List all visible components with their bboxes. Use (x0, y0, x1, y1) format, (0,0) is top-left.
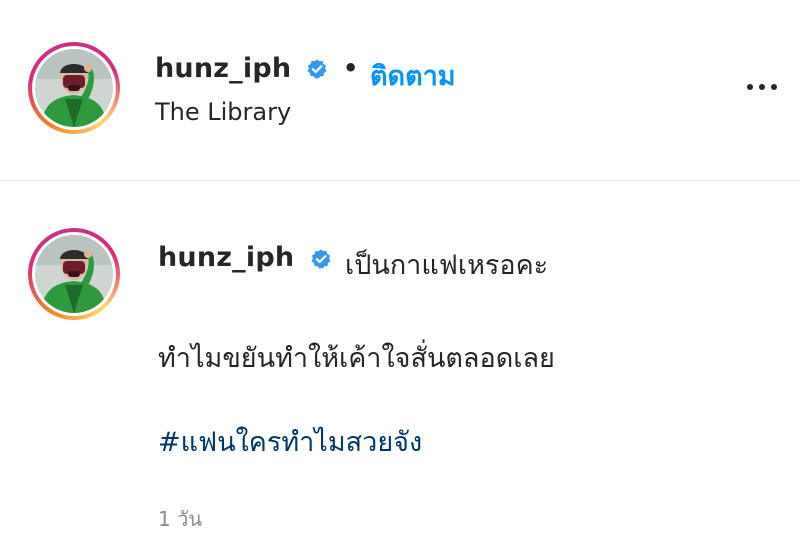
caption-username[interactable]: hunz_iph (158, 242, 294, 273)
more-dot (759, 84, 765, 90)
more-options-icon[interactable] (740, 72, 784, 102)
caption-text-line2: ทำไมขยันทำให้เค้าใจสั่นตลอดเลย (158, 343, 555, 374)
post-timestamp[interactable]: 1 วัน (158, 503, 202, 535)
caption-author-avatar[interactable] (28, 228, 120, 320)
more-dot (747, 84, 753, 90)
caption-text-line1: เป็นกาแฟเหรอคะ (345, 250, 549, 281)
follow-button[interactable]: ติดตาม (370, 54, 456, 97)
avatar-image (35, 49, 113, 127)
header-divider (0, 180, 800, 181)
verified-badge-icon (311, 249, 331, 269)
verified-badge-icon (307, 59, 327, 79)
separator-dot: • (343, 54, 359, 82)
avatar-inner-ring (32, 232, 116, 316)
avatar-image (35, 235, 113, 313)
author-username[interactable]: hunz_iph (155, 53, 291, 84)
location-link[interactable]: The Library (155, 98, 291, 126)
post-header: hunz_iph • ติดตาม The Library (0, 0, 800, 180)
more-dot (771, 84, 777, 90)
avatar-inner-ring (32, 46, 116, 130)
author-avatar[interactable] (28, 42, 120, 134)
hashtag-link[interactable]: #แฟนใครทำไมสวยจัง (158, 420, 422, 463)
